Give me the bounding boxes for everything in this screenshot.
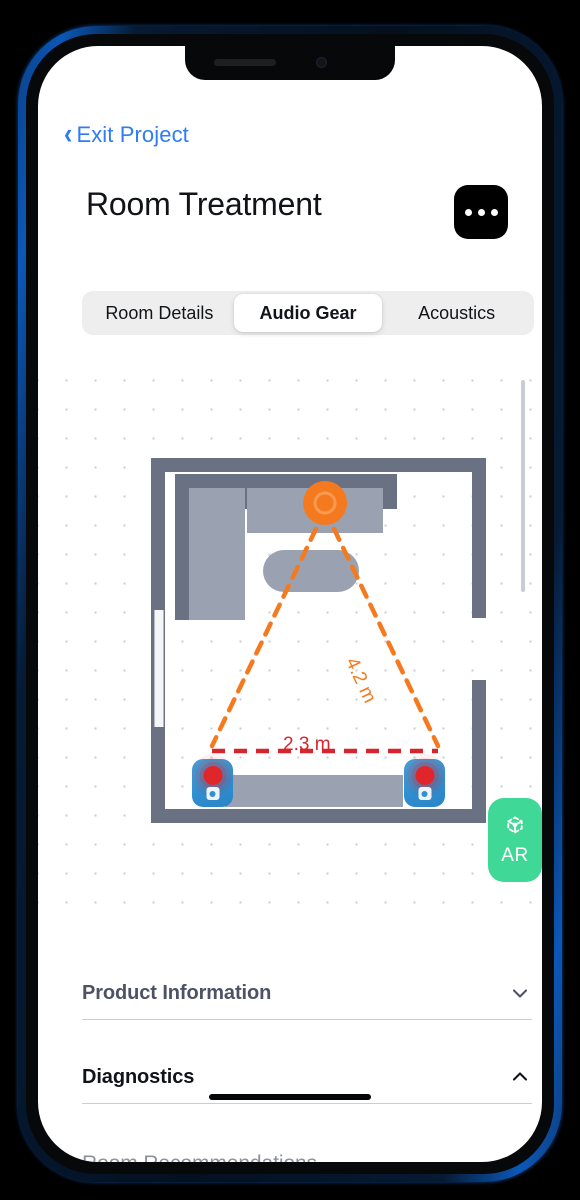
- accordion-title: Room Recommendations: [82, 1152, 317, 1162]
- accordion-product-information[interactable]: Product Information: [82, 981, 532, 1020]
- phone-bezel: ‹ Exit Project Room Treatment Room Detai…: [26, 34, 554, 1174]
- divider: [82, 1103, 532, 1104]
- front-camera: [316, 57, 327, 68]
- speaker-tweeter: [206, 787, 219, 800]
- distance-line-left: [209, 507, 328, 749]
- distance-line-right: [322, 507, 441, 749]
- exit-project-label: Exit Project: [76, 122, 189, 147]
- speaker-woofer: [203, 766, 222, 785]
- tab-audio-gear[interactable]: Audio Gear: [233, 294, 383, 332]
- tab-acoustics[interactable]: Acoustics: [382, 294, 531, 332]
- app-content: ‹ Exit Project Room Treatment Room Detai…: [38, 46, 542, 1162]
- speaker-separation-label: 2.3 m: [283, 734, 331, 755]
- more-options-button[interactable]: [454, 185, 508, 239]
- chevron-down-icon[interactable]: [508, 981, 532, 1005]
- listening-position-icon[interactable]: [303, 481, 347, 525]
- divider: [82, 1019, 532, 1020]
- ar-view-button[interactable]: AR: [488, 798, 542, 882]
- tab-bar: Room Details Audio Gear Acoustics: [82, 291, 534, 335]
- scrollbar-thumb[interactable]: [521, 380, 525, 592]
- phone-frame: ‹ Exit Project Room Treatment Room Detai…: [18, 26, 562, 1182]
- home-indicator: [209, 1094, 371, 1100]
- earpiece-speaker: [214, 59, 276, 66]
- phone-screen: ‹ Exit Project Room Treatment Room Detai…: [38, 46, 542, 1162]
- floorplan-canvas[interactable]: 2.3 m 4.2 m AR: [38, 354, 542, 924]
- chevron-left-icon: ‹: [64, 116, 73, 150]
- ellipsis-icon-dot: [490, 208, 498, 216]
- speaker-woofer: [415, 766, 434, 785]
- ar-button-label: AR: [501, 844, 529, 866]
- accordion-room-recommendations[interactable]: Room Recommendations: [82, 1152, 532, 1162]
- notch: [185, 46, 395, 80]
- chevron-up-icon[interactable]: [508, 1065, 532, 1089]
- speaker-tweeter: [418, 787, 431, 800]
- exit-project-button[interactable]: ‹ Exit Project: [64, 116, 189, 150]
- accordion-title: Diagnostics: [82, 1065, 195, 1088]
- accordion-title: Product Information: [82, 981, 272, 1004]
- room-outline: 2.3 m 4.2 m: [151, 458, 486, 823]
- speaker-icon[interactable]: [404, 759, 445, 807]
- ellipsis-icon-dot: [477, 208, 485, 216]
- ar-cube-icon: [507, 816, 523, 833]
- ellipsis-icon-dot: [464, 208, 472, 216]
- tab-room-details[interactable]: Room Details: [85, 294, 234, 332]
- page-title: Room Treatment: [86, 186, 322, 222]
- speaker-icon[interactable]: [192, 759, 233, 807]
